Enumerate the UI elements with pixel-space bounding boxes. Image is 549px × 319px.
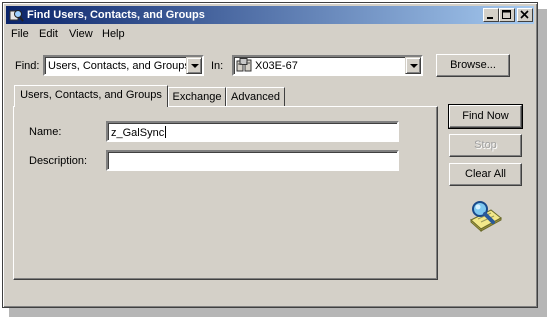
menu-file[interactable]: File xyxy=(11,28,29,40)
menu-bar: File Edit View Help xyxy=(6,25,534,43)
find-now-button[interactable]: Find Now xyxy=(448,104,523,129)
search-directory-icon xyxy=(9,8,24,22)
stop-button[interactable]: Stop xyxy=(449,134,522,157)
maximize-icon xyxy=(502,10,511,19)
tab-panel: Name: z_GalSync Description: xyxy=(13,106,438,280)
menu-edit[interactable]: Edit xyxy=(39,28,58,40)
magnifier-search-icon xyxy=(465,198,505,233)
window-title: Find Users, Contacts, and Groups xyxy=(27,9,205,21)
text-caret xyxy=(165,126,167,138)
tab-users-contacts-groups[interactable]: Users, Contacts, and Groups xyxy=(14,85,168,107)
name-label: Name: xyxy=(29,126,62,138)
close-button[interactable] xyxy=(517,8,533,22)
find-label: Find: xyxy=(15,60,40,72)
tab-exchange[interactable]: Exchange xyxy=(168,87,226,107)
clear-all-button[interactable]: Clear All xyxy=(449,163,522,186)
in-location-dropdown[interactable]: X03E-67 xyxy=(232,55,423,76)
description-field[interactable] xyxy=(106,150,399,171)
minimize-button[interactable] xyxy=(483,8,499,22)
name-value: z_GalSync xyxy=(111,127,165,139)
menu-view[interactable]: View xyxy=(69,28,93,40)
minimize-icon xyxy=(487,17,493,19)
in-label: In: xyxy=(211,60,224,72)
maximize-button[interactable] xyxy=(499,8,515,22)
find-type-dropdown[interactable]: Users, Contacts, and Groups xyxy=(43,55,204,76)
chevron-down-icon[interactable] xyxy=(186,57,202,74)
in-location-value: X03E-67 xyxy=(255,60,298,72)
description-label: Description: xyxy=(29,155,88,167)
close-icon xyxy=(520,10,529,19)
tab-advanced[interactable]: Advanced xyxy=(226,87,285,107)
chevron-down-icon[interactable] xyxy=(405,57,421,74)
find-dialog-window: Find Users, Contacts, and Groups File Ed… xyxy=(2,2,538,308)
browse-button[interactable]: Browse... xyxy=(436,54,510,77)
title-bar[interactable]: Find Users, Contacts, and Groups xyxy=(6,6,534,24)
domain-icon xyxy=(236,58,252,73)
menu-help[interactable]: Help xyxy=(102,28,125,40)
find-type-value: Users, Contacts, and Groups xyxy=(48,60,190,72)
name-field[interactable]: z_GalSync xyxy=(106,121,399,142)
